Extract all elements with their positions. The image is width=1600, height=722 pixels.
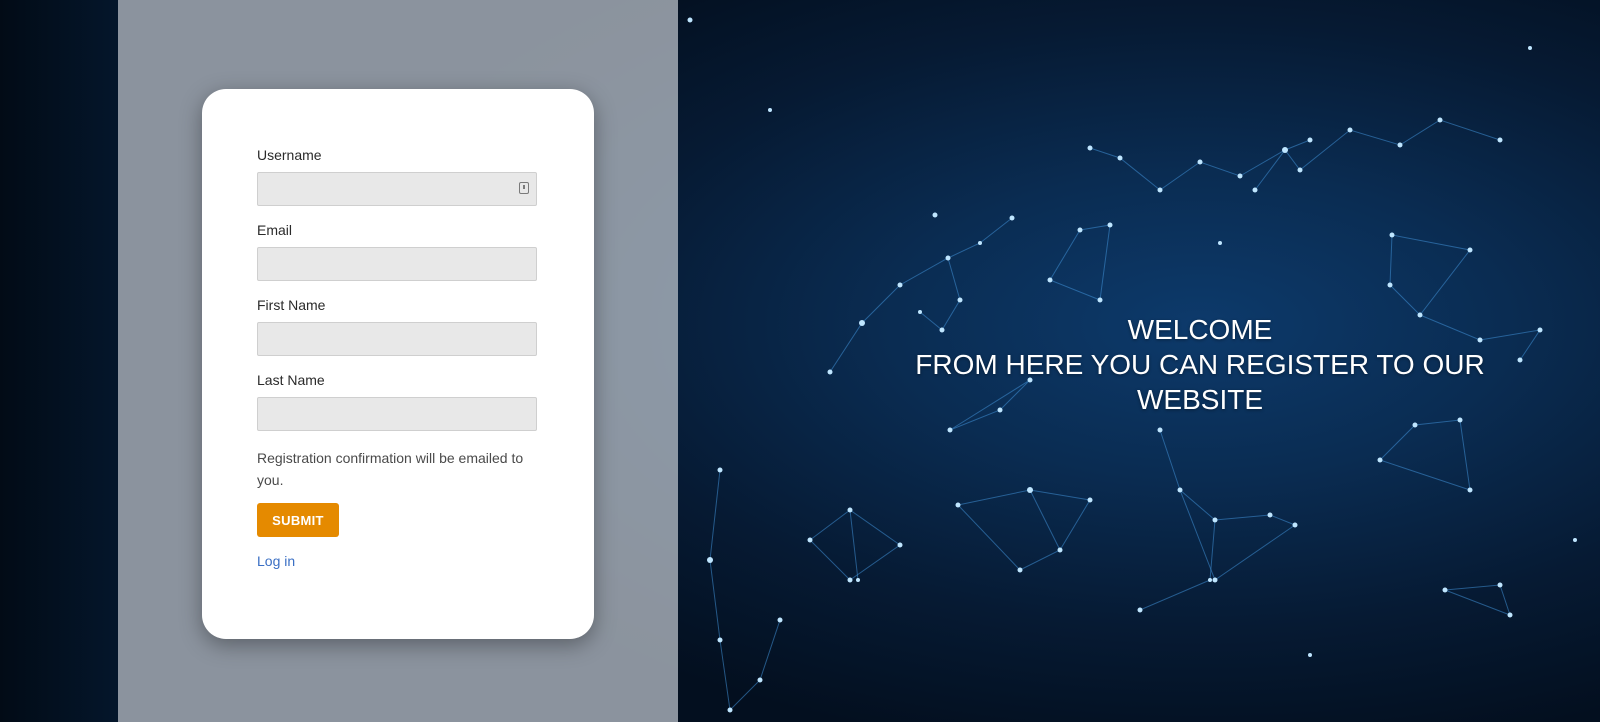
username-label: Username — [257, 147, 322, 163]
last-name-label: Last Name — [257, 372, 325, 388]
last-name-input[interactable] — [257, 397, 537, 431]
registration-help-text: Registration confirmation will be emaile… — [257, 450, 524, 488]
registration-form: Username Email First Name Last Name Regi… — [257, 147, 537, 569]
first-name-label: First Name — [257, 297, 326, 313]
welcome-title: WELCOME — [1127, 314, 1273, 345]
first-name-input[interactable] — [257, 322, 537, 356]
password-manager-icon[interactable] — [519, 182, 529, 194]
login-link[interactable]: Log in — [257, 553, 537, 569]
username-field-wrapper — [257, 172, 537, 206]
submit-button[interactable]: SUBMIT — [257, 503, 339, 537]
welcome-subtitle: FROM HERE YOU CAN REGISTER TO OUR WEBSIT… — [915, 349, 1485, 415]
email-label: Email — [257, 222, 293, 238]
email-input[interactable] — [257, 247, 537, 281]
username-input[interactable] — [257, 172, 537, 206]
registration-card: Username Email First Name Last Name Regi… — [202, 89, 594, 639]
welcome-heading: WELCOME FROM HERE YOU CAN REGISTER TO OU… — [900, 312, 1500, 417]
left-edge-panel — [0, 0, 118, 722]
